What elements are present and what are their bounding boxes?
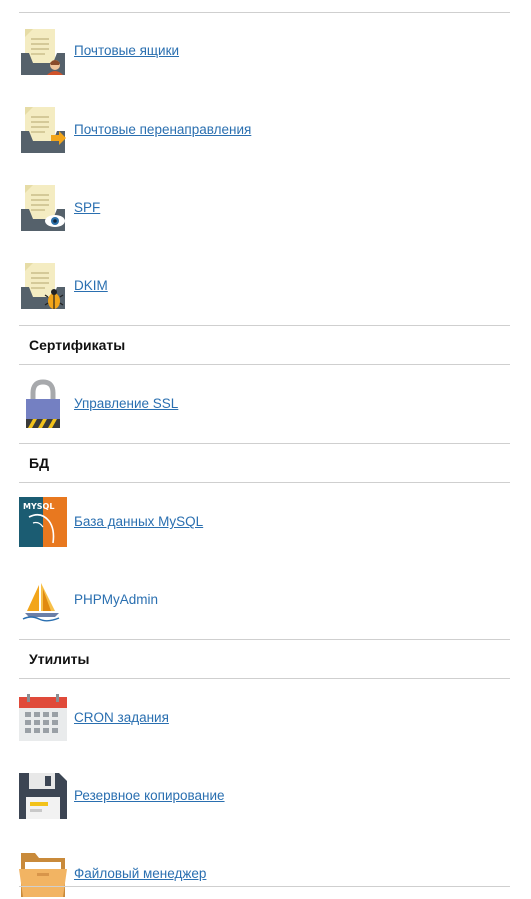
floppy-disk-icon: [19, 773, 67, 819]
menu-item-dkim[interactable]: DKIM: [19, 261, 499, 311]
mysql-icon: MYSQL: [19, 497, 67, 547]
divider-bottom: [19, 886, 510, 887]
menu-item-mysql[interactable]: MYSQL База данных MySQL: [19, 497, 499, 547]
divider-certificates-top: [19, 325, 510, 326]
mailbox-user-icon: [21, 29, 65, 75]
divider-db-top: [19, 443, 510, 444]
calendar-icon: [19, 694, 67, 741]
mysql-icon-text: MYSQL: [23, 502, 54, 511]
menu-item-spf[interactable]: SPF: [19, 183, 499, 233]
phpmyadmin-link[interactable]: PHPMyAdmin: [74, 592, 158, 607]
mail-forward-icon: [21, 107, 66, 153]
mail-dkim-bug-icon: [21, 263, 65, 309]
menu-item-mail-forwarding[interactable]: Почтовые перенаправления: [19, 105, 499, 155]
mysql-link[interactable]: База данных MySQL: [74, 514, 203, 529]
mail-forwarding-link[interactable]: Почтовые перенаправления: [74, 122, 251, 137]
backup-link[interactable]: Резервное копирование: [74, 788, 225, 803]
cron-link[interactable]: CRON задания: [74, 710, 169, 725]
folder-icon: [19, 853, 67, 897]
mail-spf-eye-icon: [21, 185, 65, 231]
section-title-db: БД: [29, 455, 50, 471]
menu-item-file-manager[interactable]: Файловый менеджер: [19, 849, 499, 899]
divider-utilities-bottom: [19, 678, 510, 679]
menu-item-ssl[interactable]: Управление SSL: [19, 379, 499, 429]
menu-item-backup[interactable]: Резервное копирование: [19, 771, 499, 821]
section-title-utilities: Утилиты: [29, 651, 90, 667]
spf-link[interactable]: SPF: [74, 200, 100, 215]
menu-item-phpmyadmin[interactable]: PHPMyAdmin: [19, 575, 499, 625]
phpmyadmin-sailboat-icon: [22, 583, 60, 622]
divider-utilities-top: [19, 639, 510, 640]
menu-item-cron[interactable]: CRON задания: [19, 693, 499, 743]
divider-certificates-bottom: [19, 364, 510, 365]
divider-db-bottom: [19, 482, 510, 483]
padlock-icon: [26, 379, 60, 428]
divider-top: [19, 12, 510, 13]
dkim-link[interactable]: DKIM: [74, 278, 108, 293]
file-manager-link[interactable]: Файловый менеджер: [74, 866, 206, 881]
section-title-certificates: Сертификаты: [29, 337, 126, 353]
menu-item-mailboxes[interactable]: Почтовые ящики: [19, 27, 499, 77]
mailboxes-link[interactable]: Почтовые ящики: [74, 43, 179, 58]
ssl-link[interactable]: Управление SSL: [74, 396, 178, 411]
